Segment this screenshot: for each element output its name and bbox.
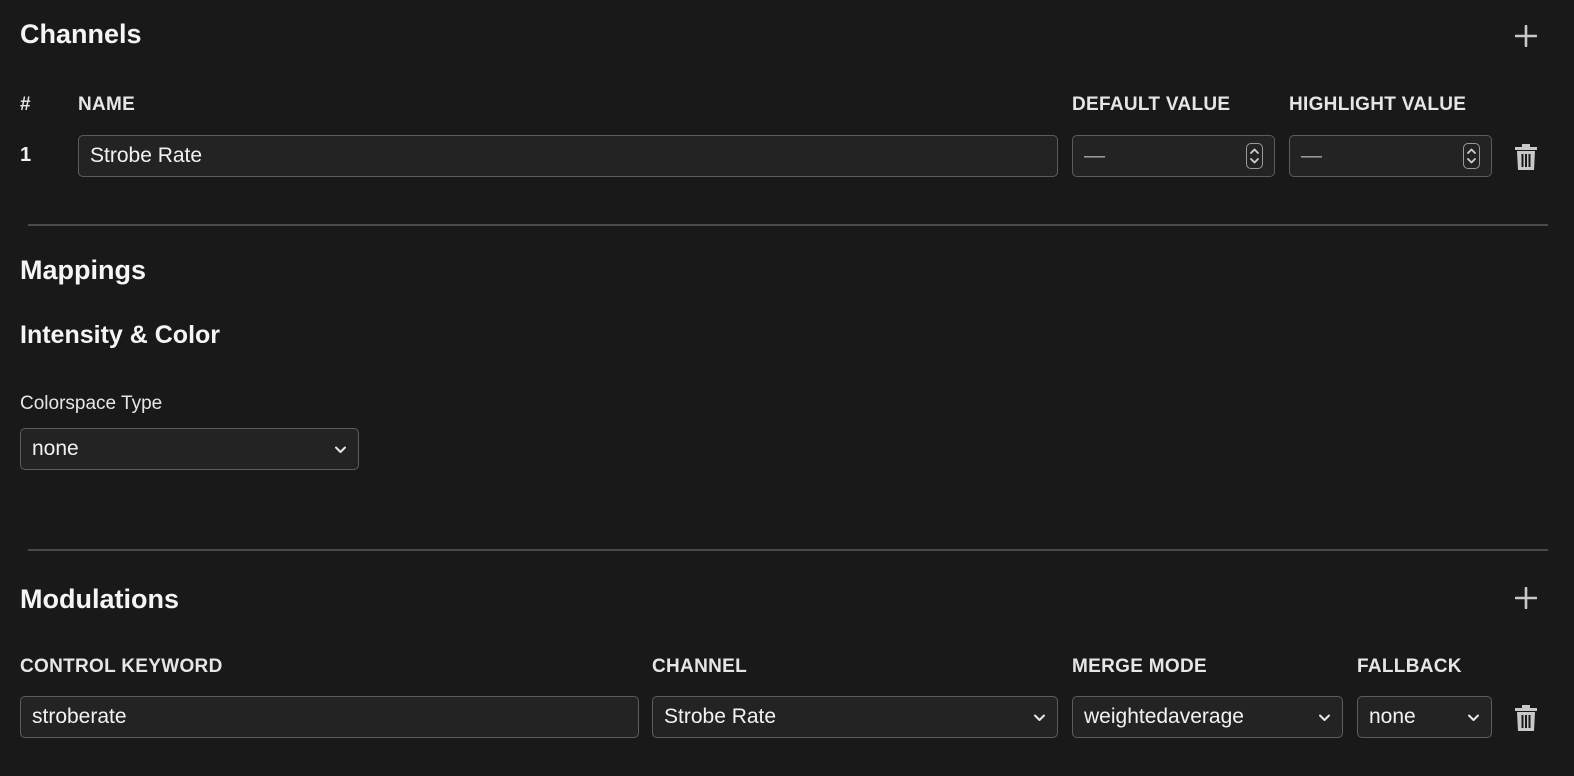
modulations-col-control-keyword: CONTROL KEYWORD [20,656,223,677]
section-divider [28,549,1548,551]
chevron-down-icon [1468,714,1479,721]
add-modulation-button[interactable] [1510,582,1542,614]
section-divider [28,224,1548,226]
channels-col-default-value: DEFAULT VALUE [1072,94,1231,115]
default-value-stepper-icon[interactable] [1246,143,1263,169]
channels-col-num: # [20,94,31,115]
merge-mode-value: weightedaverage [1084,705,1244,728]
delete-channel-button[interactable] [1511,141,1541,173]
plus-icon [1515,25,1537,47]
colorspace-type-value: none [32,437,79,460]
channel-name-input[interactable]: Strobe Rate [78,135,1058,177]
channels-col-highlight-value: HIGHLIGHT VALUE [1289,94,1467,115]
channel-name-value: Strobe Rate [90,144,203,167]
trash-icon [1515,705,1537,731]
default-value-value: — [1084,144,1105,167]
colorspace-type-label: Colorspace Type [20,393,163,414]
control-keyword-value: stroberate [32,705,127,728]
modulations-title: Modulations [20,584,179,614]
intensity-color-title: Intensity & Color [20,321,221,349]
modulation-channel-select[interactable]: Strobe Rate [652,696,1058,738]
trash-icon [1515,144,1537,170]
merge-mode-select[interactable]: weightedaverage [1072,696,1343,738]
plus-icon [1515,587,1537,609]
editor-panel: Channels # NAME DEFAULT VALUE HIGHLIGHT … [0,0,1574,776]
chevron-down-icon [1319,714,1330,721]
mappings-title: Mappings [20,255,146,285]
channels-col-name: NAME [78,94,136,115]
control-keyword-input[interactable]: stroberate [20,696,639,738]
chevron-down-icon [335,446,346,453]
add-channel-button[interactable] [1510,20,1542,52]
fallback-value: none [1369,705,1416,728]
fallback-select[interactable]: none [1357,696,1492,738]
delete-modulation-button[interactable] [1511,702,1541,734]
chevron-down-icon [1034,714,1045,721]
modulations-col-channel: CHANNEL [652,656,747,677]
highlight-value-value: — [1301,144,1322,167]
highlight-value-stepper-icon[interactable] [1463,143,1480,169]
channels-title: Channels [20,19,142,49]
colorspace-type-select[interactable]: none [20,428,359,470]
modulations-col-merge-mode: MERGE MODE [1072,656,1207,677]
highlight-value-input[interactable]: — [1289,135,1492,177]
default-value-input[interactable]: — [1072,135,1275,177]
modulations-col-fallback: FALLBACK [1357,656,1462,677]
channel-row-number: 1 [20,144,32,166]
modulation-channel-value: Strobe Rate [664,705,777,728]
